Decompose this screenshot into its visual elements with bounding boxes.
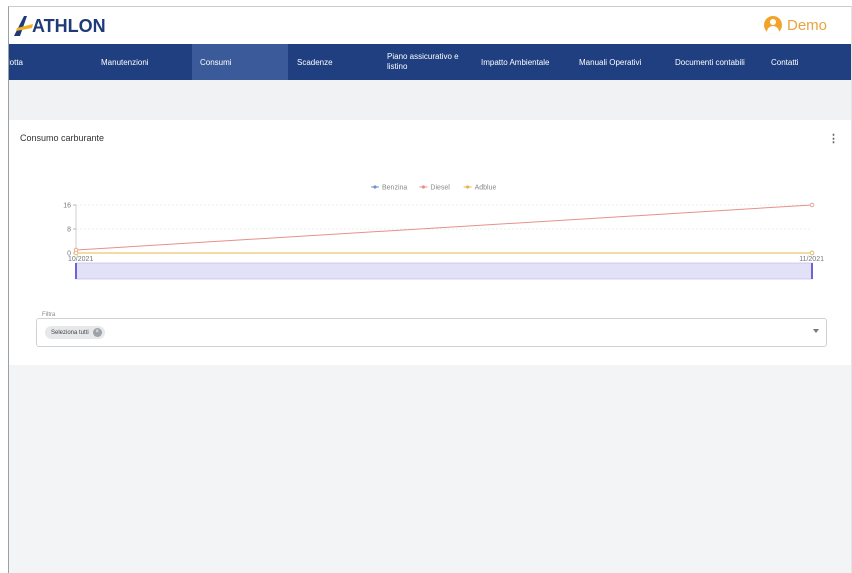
nav-label: Documenti contabili: [675, 57, 745, 67]
nav-label: Consumi: [200, 57, 232, 67]
logo-text: ATHLON: [32, 15, 106, 36]
fuel-line-chart: 081610/2021 11/2021Benzina Diesel Adblue: [63, 185, 824, 280]
chevron-down-icon[interactable]: [813, 329, 819, 333]
x-tick-label: 10/2021: [68, 256, 93, 263]
user-menu[interactable]: Demo: [763, 16, 827, 34]
user-avatar-icon: [763, 16, 782, 34]
main-nav: Flotta Manutenzioni Consumi Scadenze Pia…: [9, 44, 851, 80]
legend-label-benzina[interactable]: Benzina: [382, 185, 407, 192]
y-tick-label: 16: [63, 203, 71, 210]
user-name: Demo: [786, 16, 827, 34]
legend-label-adblue[interactable]: Adblue: [475, 185, 497, 192]
x-tick-label: 11/2021: [799, 256, 824, 263]
legend-label-diesel[interactable]: Diesel: [430, 185, 450, 192]
nav-item-documenti-contabili[interactable]: Documenti contabili: [671, 44, 767, 80]
chip-label: Seleziona tutti: [51, 329, 89, 336]
range-slider-track[interactable]: [75, 262, 813, 280]
athlon-logo[interactable]: ATHLON: [13, 14, 106, 38]
range-slider-handle-right[interactable]: [811, 263, 813, 279]
nav-item-scadenze[interactable]: Scadenze: [288, 44, 381, 80]
nav-item-impatto-ambientale[interactable]: Impatto Ambientale: [479, 44, 575, 80]
nav-item-contatti[interactable]: Contatti: [767, 44, 847, 80]
data-point-diesel[interactable]: [809, 202, 815, 208]
legend-marker-diesel: [421, 185, 425, 189]
filter-label: Filtra: [40, 312, 58, 318]
app-window: ATHLON Demo Flotta Manutenzioni Consumi …: [8, 6, 852, 573]
nav-label: Flotta: [8, 57, 24, 67]
nav-item-manuali-operativi[interactable]: Manuali Operativi: [575, 44, 671, 80]
range-slider-handle-left[interactable]: [75, 263, 77, 279]
nav-item-consumi[interactable]: Consumi: [192, 44, 288, 80]
legend-marker-benzina: [373, 185, 377, 189]
data-point-adblue[interactable]: [809, 250, 815, 256]
legend-marker-adblue: [466, 185, 470, 189]
nav-label: Contatti: [771, 57, 799, 67]
series-line-diesel: [75, 204, 813, 251]
nav-label: Impatto Ambientale: [481, 57, 550, 67]
nav-item-flotta[interactable]: Flotta: [8, 44, 85, 80]
filter-select[interactable]: Seleziona tutti ×: [36, 318, 827, 347]
nav-label: Manutenzioni: [101, 57, 149, 67]
nav-item-piano-assicurativo[interactable]: Piano assicurativo e listino: [381, 44, 479, 80]
select-all-chip[interactable]: Seleziona tutti ×: [45, 326, 105, 339]
clear-icon[interactable]: ×: [92, 328, 102, 337]
nav-item-manutenzioni[interactable]: Manutenzioni: [85, 44, 192, 80]
top-bar: ATHLON Demo: [9, 7, 851, 44]
y-tick-label: 8: [67, 227, 71, 234]
data-point-adblue[interactable]: [73, 250, 79, 256]
nav-label: Manuali Operativi: [579, 57, 642, 67]
sub-toolbar: [9, 80, 851, 120]
nav-label: Scadenze: [297, 57, 333, 67]
nav-label: Piano assicurativo e listino: [387, 52, 459, 71]
fuel-consumption-card: Consumo carburante ⋮ 0 8 16 10/2021 11/2021 B…: [9, 120, 851, 365]
